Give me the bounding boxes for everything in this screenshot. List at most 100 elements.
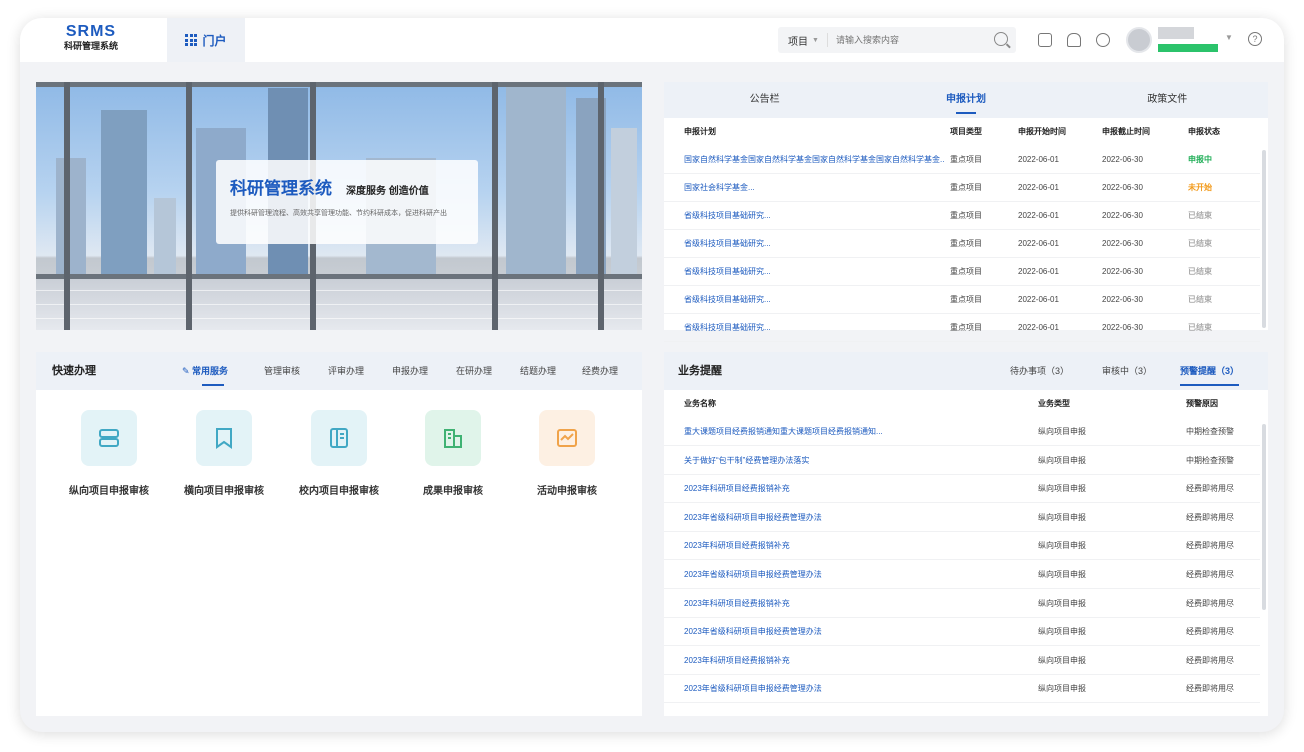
- table-row[interactable]: 重大课题项目经费报销通知重大课题项目经费报销通知... 纵向项目申报 中期检查预警: [664, 418, 1260, 446]
- service-internal-project-review[interactable]: 校内项目申报审核: [284, 410, 394, 497]
- table-row[interactable]: 省级科技项目基础研究... 重点项目 2022-06-01 2022-06-30 已结束: [664, 230, 1260, 258]
- row-link[interactable]: 2023年省级科研项目申报经费管理办法: [684, 675, 1014, 703]
- row-link[interactable]: 省级科技项目基础研究...: [684, 286, 944, 314]
- scrollbar[interactable]: [1262, 424, 1266, 610]
- row-cell-type: 纵向项目申报: [1038, 484, 1086, 494]
- row-cell-type: 重点项目: [950, 183, 982, 192]
- row-cell-type: 纵向项目申报: [1038, 598, 1086, 608]
- service-achievement-review[interactable]: 成果申报审核: [398, 410, 508, 497]
- window-frame: [186, 82, 192, 330]
- tab-funding-handling[interactable]: 经费办理: [582, 352, 618, 390]
- table-row[interactable]: 2023年省级科研项目申报经费管理办法 纵向项目申报 经费即将用尽: [664, 561, 1260, 589]
- bell-icon[interactable]: [1067, 33, 1081, 47]
- row-link[interactable]: 省级科技项目基础研究...: [684, 258, 944, 286]
- tab-management-review[interactable]: 管理审核: [264, 352, 300, 390]
- banner-slogan: 深度服务 创造价值: [346, 186, 429, 197]
- row-link[interactable]: 省级科技项目基础研究...: [684, 202, 944, 230]
- row-link[interactable]: 2023年省级科研项目申报经费管理办法: [684, 561, 1014, 589]
- building-graphic: [56, 158, 86, 278]
- search-input[interactable]: [827, 35, 968, 45]
- help-icon[interactable]: ?: [1248, 32, 1262, 46]
- search-bar: 项目 ▼: [778, 27, 1016, 53]
- table-row[interactable]: 2023年省级科研项目申报经费管理办法 纵向项目申报 经费即将用尽: [664, 675, 1260, 704]
- row-cell-start: 2022-06-01: [1018, 295, 1059, 304]
- tab-completion-handling[interactable]: 结题办理: [520, 352, 556, 390]
- table-row[interactable]: 省级科技项目基础研究... 重点项目 2022-06-01 2022-06-30 已结束: [664, 286, 1260, 314]
- scrollbar[interactable]: [1262, 150, 1266, 328]
- window-frame: [36, 82, 642, 87]
- search-scope-select[interactable]: 项目 ▼: [778, 33, 828, 48]
- bookmark-icon: [196, 410, 252, 466]
- table-row[interactable]: 省级科技项目基础研究... 重点项目 2022-06-01 2022-06-30 已结束: [664, 202, 1260, 230]
- column-header: 申报状态: [1188, 127, 1220, 136]
- tab-common-services[interactable]: ✎ 常用服务: [182, 352, 228, 390]
- table-row[interactable]: 国家自然科学基金国家自然科学基金国家自然科学基金国家自然科学基金... 重点项目 2…: [664, 146, 1260, 174]
- settings-icon[interactable]: [1096, 33, 1110, 47]
- row-link[interactable]: 2023年省级科研项目申报经费管理办法: [684, 504, 1014, 532]
- logo-sub: 科研管理系统: [63, 41, 118, 51]
- row-cell-start: 2022-06-01: [1018, 323, 1059, 332]
- column-header: 申报开始时间: [1018, 127, 1066, 136]
- building-icon: [425, 410, 481, 466]
- table-row[interactable]: 关于做好“包干制”经费管理办法落实 纵向项目申报 中期检查预警: [664, 447, 1260, 475]
- table-row[interactable]: 国家社会科学基金... 重点项目 2022-06-01 2022-06-30 未开始: [664, 174, 1260, 202]
- table-row[interactable]: 2023年科研项目经费报销补充 纵向项目申报 经费即将用尽: [664, 475, 1260, 504]
- row-cell-end: 2022-06-30: [1102, 267, 1143, 276]
- tab-under-review[interactable]: 审核中（3）: [1102, 352, 1152, 390]
- table-row[interactable]: 省级科技项目基础研究... 重点项目 2022-06-01 2022-06-30 已结束: [664, 258, 1260, 286]
- row-link[interactable]: 2023年科研项目经费报销补充: [684, 532, 1014, 560]
- table-row[interactable]: 2023年省级科研项目申报经费管理办法 纵向项目申报 经费即将用尽: [664, 504, 1260, 532]
- building-graphic: [154, 198, 176, 278]
- tab-todo[interactable]: 待办事项（3）: [1010, 352, 1069, 390]
- row-link[interactable]: 2023年省级科研项目申报经费管理办法: [684, 618, 1014, 646]
- row-link[interactable]: 关于做好“包干制”经费管理办法落实: [684, 447, 1014, 475]
- table-row[interactable]: 2023年省级科研项目申报经费管理办法 纵向项目申报 经费即将用尽: [664, 618, 1260, 647]
- row-cell-end: 2022-06-30: [1102, 211, 1143, 220]
- service-activity-review[interactable]: 活动申报审核: [512, 410, 622, 497]
- tab-application-handling[interactable]: 申报办理: [392, 352, 428, 390]
- table-row[interactable]: 省级科技项目基础研究... 重点项目 2022-06-01 2022-06-30 已结束: [664, 314, 1260, 342]
- row-cell-start: 2022-06-01: [1018, 267, 1059, 276]
- user-menu-chevron-icon[interactable]: ▼: [1225, 33, 1233, 42]
- row-link[interactable]: 2023年科研项目经费报销补充: [684, 647, 1014, 675]
- tab-application-plan[interactable]: 申报计划: [865, 82, 1066, 118]
- row-cell-reason: 中期检查预警: [1186, 455, 1234, 465]
- row-link[interactable]: 2023年科研项目经费报销补充: [684, 590, 1014, 618]
- window-frame: [64, 82, 70, 330]
- service-horizontal-project-review[interactable]: 横向项目申报审核: [169, 410, 279, 497]
- tab-in-progress-handling[interactable]: 在研办理: [456, 352, 492, 390]
- business-table-header: 业务名称 业务类型 预警原因: [664, 390, 1268, 418]
- search-icon[interactable]: [994, 32, 1008, 46]
- row-link[interactable]: 省级科技项目基础研究...: [684, 314, 944, 342]
- service-vertical-project-review[interactable]: 纵向项目申报审核: [54, 410, 164, 497]
- row-cell-type: 纵向项目申报: [1038, 684, 1086, 694]
- row-cell-start: 2022-06-01: [1018, 211, 1059, 220]
- row-cell-status: 已结束: [1188, 211, 1212, 220]
- window-frame: [36, 274, 642, 279]
- avatar[interactable]: [1126, 27, 1152, 53]
- row-cell-end: 2022-06-30: [1102, 323, 1143, 332]
- package-icon[interactable]: [1038, 33, 1052, 47]
- row-link[interactable]: 国家社会科学基金...: [684, 174, 944, 202]
- table-row[interactable]: 2023年科研项目经费报销补充 纵向项目申报 经费即将用尽: [664, 647, 1260, 675]
- row-link[interactable]: 2023年科研项目经费报销补充: [684, 475, 1014, 503]
- table-row[interactable]: 2023年科研项目经费报销补充 纵向项目申报 经费即将用尽: [664, 532, 1260, 561]
- tab-policy-documents[interactable]: 政策文件: [1067, 82, 1268, 118]
- row-cell-type: 纵向项目申报: [1038, 570, 1086, 579]
- tab-portal[interactable]: 门户: [167, 18, 245, 62]
- user-name-placeholder[interactable]: [1158, 27, 1194, 39]
- row-link[interactable]: 国家自然科学基金国家自然科学基金国家自然科学基金国家自然科学基金...: [684, 146, 944, 174]
- apps-grid-icon: [185, 34, 198, 46]
- row-cell-reason: 经费即将用尽: [1186, 512, 1234, 522]
- logo[interactable]: SRMS 科研管理系统: [58, 23, 124, 52]
- row-cell-end: 2022-06-30: [1102, 239, 1143, 248]
- tab-review-handling[interactable]: 评审办理: [328, 352, 364, 390]
- row-link[interactable]: 重大课题项目经费报销通知重大课题项目经费报销通知...: [684, 418, 1014, 446]
- building-graphic: [611, 128, 637, 278]
- table-row[interactable]: 2023年科研项目经费报销补充 纵向项目申报 经费即将用尽: [664, 590, 1260, 618]
- service-label: 纵向项目申报审核: [69, 486, 149, 497]
- tab-bulletin[interactable]: 公告栏: [664, 82, 865, 118]
- row-link[interactable]: 省级科技项目基础研究...: [684, 230, 944, 258]
- notice-table-header: 申报计划 项目类型 申报开始时间 申报截止时间 申报状态: [664, 118, 1268, 146]
- tab-warning[interactable]: 预警提醒（3）: [1180, 352, 1240, 390]
